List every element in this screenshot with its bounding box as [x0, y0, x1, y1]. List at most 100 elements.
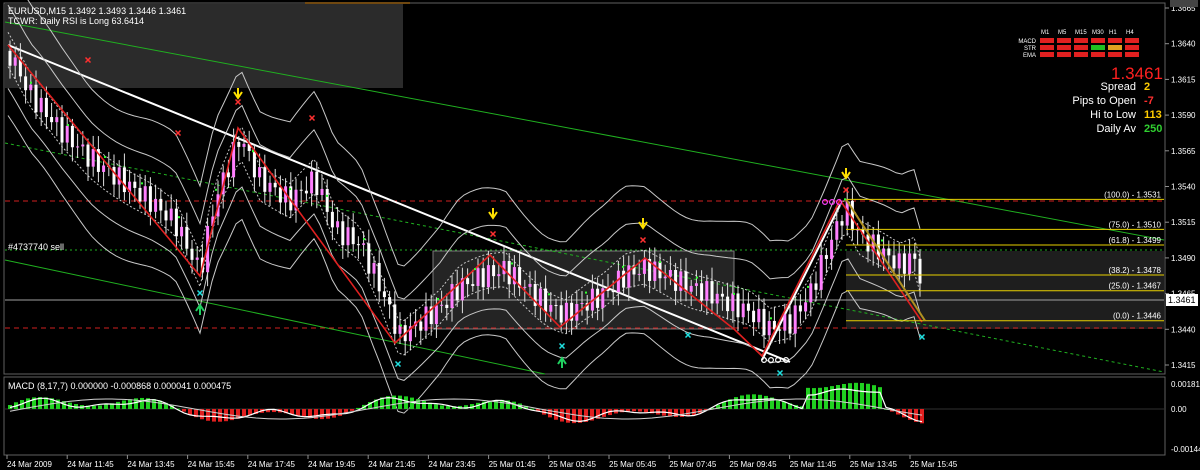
chart-shift-handle[interactable]: [1170, 0, 1198, 7]
candle-body: [705, 281, 709, 301]
macd-bar: [98, 405, 102, 409]
time-tick-label: 24 Mar 13:45: [127, 460, 175, 469]
candle-body: [528, 283, 532, 287]
macd-bar: [422, 400, 426, 409]
macd-bar: [854, 382, 858, 409]
candle-body: [60, 117, 64, 143]
macd-bar: [566, 409, 570, 423]
signal-cell: [1125, 45, 1139, 50]
candle-body: [757, 308, 761, 323]
macd-bar: [410, 397, 414, 409]
macd-bar: [440, 405, 444, 409]
chart-canvas[interactable]: (100.0) - 1.3531 (75.0) - 1.3510 (61.8) - …: [0, 0, 1200, 470]
candle-body: [382, 291, 386, 298]
candle-body: [538, 288, 542, 306]
fib-label: (25.0) - 1.3467: [1109, 282, 1162, 291]
candle-body: [55, 117, 59, 123]
candle-body: [367, 243, 371, 274]
candle-body: [138, 187, 142, 202]
price-tick-label: 1.3415: [1171, 361, 1196, 370]
candle-body: [148, 186, 152, 212]
macd-bar: [740, 395, 744, 409]
price-tick-label: 1.3540: [1171, 183, 1196, 192]
signal-cell: [1074, 45, 1088, 50]
time-tick-label: 25 Mar 09:45: [729, 460, 777, 469]
candle-body: [741, 303, 745, 318]
candle-body: [814, 283, 818, 290]
candle-body: [549, 305, 553, 312]
macd-bar: [824, 387, 828, 409]
fib-label: (61.8) - 1.3499: [1109, 236, 1162, 245]
candle-body: [195, 257, 199, 260]
candle-body: [278, 187, 282, 203]
green-dot: [326, 194, 328, 197]
candle-body: [471, 284, 475, 286]
macd-bar: [632, 409, 636, 412]
candle-body: [351, 227, 355, 245]
macd-bar: [242, 409, 246, 418]
macd-tick-label: 0.00: [1171, 405, 1187, 414]
candle-body: [341, 221, 345, 246]
time-tick-label: 24 Mar 19:45: [308, 460, 356, 469]
macd-bar: [902, 409, 906, 418]
dashboard-row-label: EMA: [1023, 53, 1036, 59]
candle-body: [736, 293, 740, 318]
candle-body: [731, 293, 735, 312]
green-dot: [252, 150, 254, 153]
candle-body: [299, 189, 303, 191]
price-tick-label: 1.3515: [1171, 218, 1196, 227]
candle-body: [684, 271, 688, 292]
candle-body: [434, 305, 438, 325]
stat-label: Pips to Open: [1072, 95, 1136, 107]
time-tick-label: 25 Mar 15:45: [910, 460, 958, 469]
green-dot: [881, 239, 883, 242]
candle-body: [13, 57, 17, 66]
macd-bar: [140, 397, 144, 409]
candle-body: [752, 310, 756, 323]
macd-bar: [302, 409, 306, 418]
candle-body: [835, 221, 839, 240]
macd-bar: [398, 395, 402, 409]
time-tick-label: 24 Mar 23:45: [428, 460, 476, 469]
candle-body: [809, 283, 813, 303]
candle-body: [356, 244, 360, 246]
candle-body: [700, 283, 704, 301]
green-dot: [844, 198, 846, 201]
signal-cell: [1040, 38, 1054, 43]
macd-bar: [320, 409, 324, 420]
macd-header: MACD (8,17,7) 0.000000 -0.000868 0.00004…: [8, 381, 231, 391]
macd-bar: [644, 409, 648, 413]
candle-body: [424, 306, 428, 331]
candle-body: [315, 171, 319, 195]
green-dot: [363, 238, 365, 241]
price-tick-label: 1.3640: [1171, 40, 1196, 49]
macd-bar: [764, 395, 768, 409]
macd-bar: [104, 404, 108, 409]
candle-body: [65, 125, 69, 143]
signal-cell: [1108, 45, 1122, 50]
candle-body: [778, 329, 782, 331]
candle-body: [362, 243, 366, 245]
candle-body: [29, 84, 33, 91]
candle-body: [830, 239, 834, 259]
green-dot: [585, 291, 587, 294]
candle-body: [564, 302, 568, 323]
price-tick-label: 1.3590: [1171, 111, 1196, 120]
candle-body: [746, 303, 750, 311]
signal-cell: [1091, 52, 1105, 57]
candle-body: [476, 268, 480, 286]
macd-bar: [818, 387, 822, 409]
macd-bar: [638, 409, 642, 412]
candle-body: [450, 284, 454, 309]
macd-bar: [182, 409, 186, 412]
candle-body: [668, 269, 672, 277]
candle-body: [627, 265, 631, 288]
green-dot: [733, 292, 735, 295]
time-tick-label: 25 Mar 13:45: [850, 460, 898, 469]
candle-body: [185, 226, 189, 249]
symbol-header: EURUSD,M15 1.3492 1.3493 1.3446 1.3461: [8, 6, 186, 16]
candle-body: [70, 125, 74, 148]
macd-bar: [218, 409, 222, 422]
green-dot: [67, 124, 69, 127]
candle-body: [897, 253, 901, 269]
